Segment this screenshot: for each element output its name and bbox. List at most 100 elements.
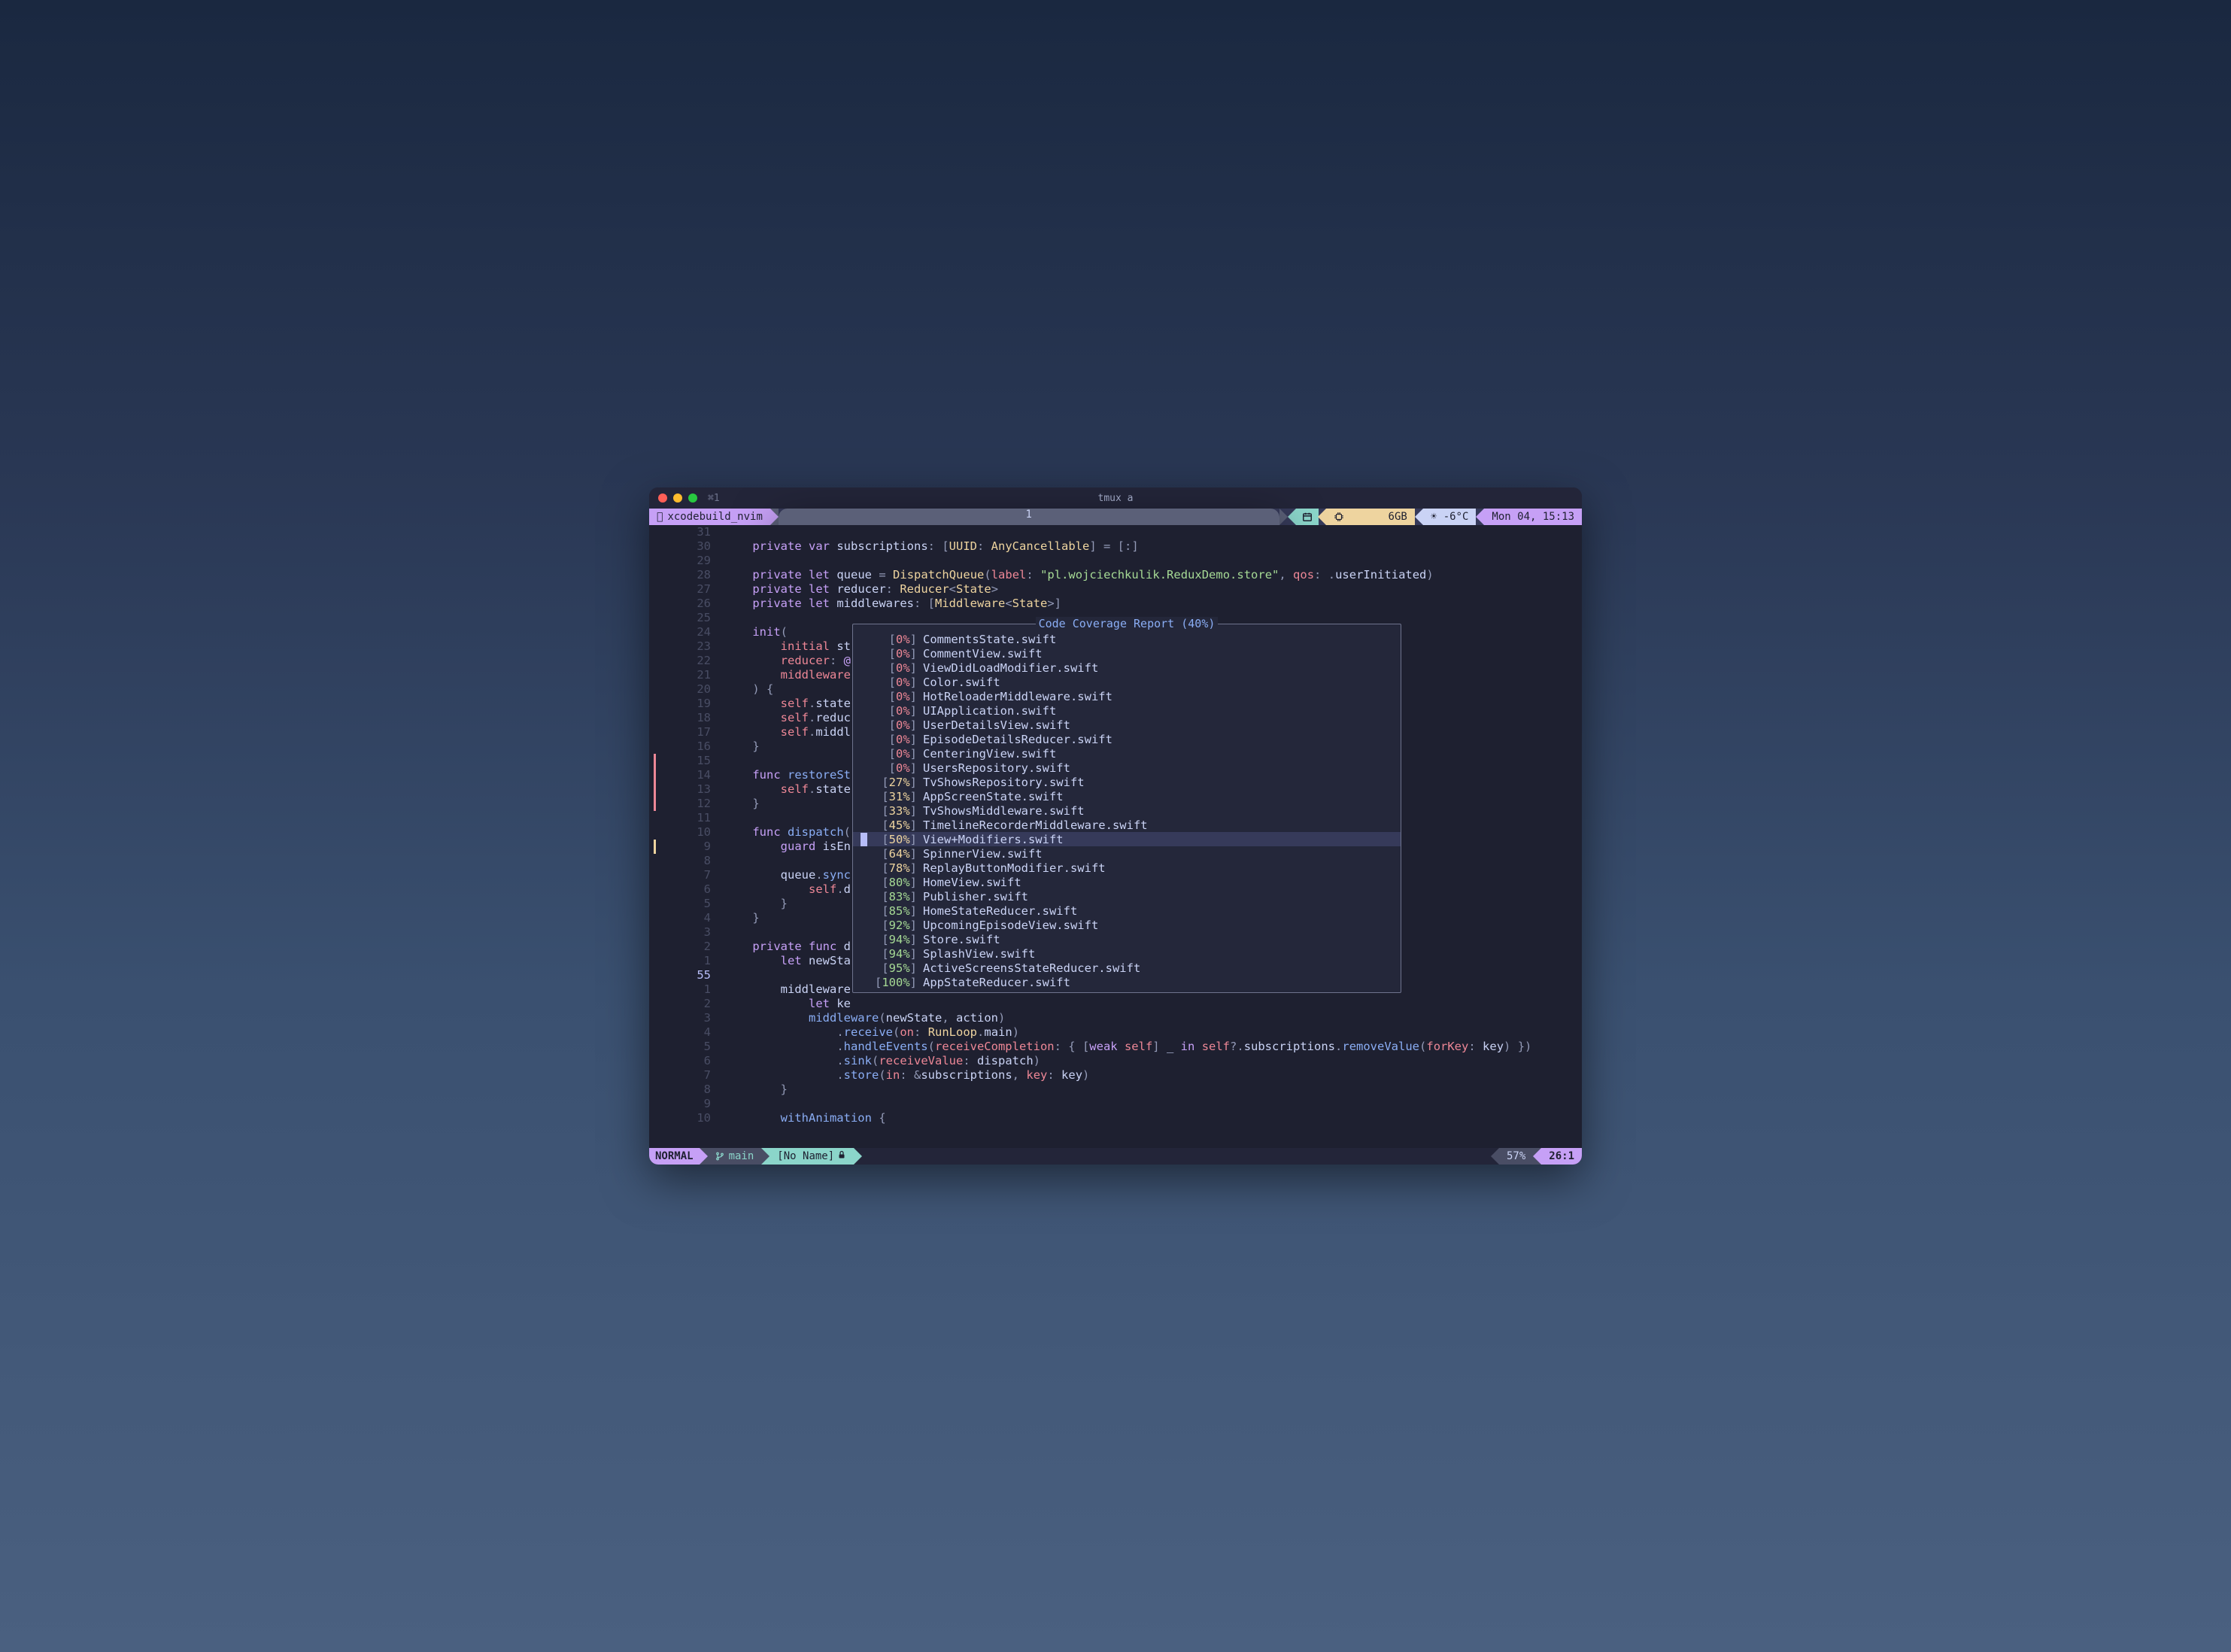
code-line[interactable]: withAnimation { xyxy=(724,1111,1582,1125)
coverage-file: Publisher.swift xyxy=(923,890,1028,903)
coverage-percent: [0%] xyxy=(869,647,917,660)
line-number: 23 xyxy=(649,639,711,654)
coverage-row[interactable]: [0%]CenteringView.swift xyxy=(853,746,1401,761)
line-number: 5 xyxy=(649,897,711,911)
code-line[interactable] xyxy=(724,525,1582,539)
line-number: 20 xyxy=(649,682,711,697)
statusline: NORMAL main [No Name] 57% 26:1 xyxy=(649,1148,1582,1165)
coverage-row[interactable]: [78%]ReplayButtonModifier.swift xyxy=(853,861,1401,875)
code-line[interactable]: private let reducer: Reducer<State> xyxy=(724,582,1582,597)
coverage-row[interactable]: [0%] HotReloaderMiddleware.swift xyxy=(853,689,1401,703)
chevron-right-icon xyxy=(700,1148,708,1165)
coverage-percent: [64%] xyxy=(869,847,917,861)
coverage-row[interactable]: [0%]UserDetailsView.swift xyxy=(853,718,1401,732)
tmux-session[interactable]:  xcodebuild_nvim xyxy=(649,509,770,525)
code-line[interactable]: .sink(receiveValue: dispatch) xyxy=(724,1054,1582,1068)
ram-segment: 6GB xyxy=(1326,509,1415,525)
coverage-row[interactable]: [27%]TvShowsRepository.swift xyxy=(853,775,1401,789)
coverage-row[interactable]: [94%]Store.swift xyxy=(853,932,1401,946)
coverage-row[interactable]: [0%]EpisodeDetailsReducer.swift xyxy=(853,732,1401,746)
code-line[interactable]: let ke xyxy=(724,997,1582,1011)
coverage-row[interactable]: [85%]HomeStateReducer.swift xyxy=(853,903,1401,918)
coverage-percent: [27%] xyxy=(869,776,917,789)
coverage-row[interactable]: [0%]CommentView.swift xyxy=(853,646,1401,660)
editor[interactable]: 3130292827262524232221201918171615141312… xyxy=(649,525,1582,1165)
chevron-left-icon xyxy=(1318,509,1326,525)
coverage-row[interactable]: [94%]SplashView.swift xyxy=(853,946,1401,961)
coverage-percent: [94%] xyxy=(869,933,917,946)
coverage-row[interactable]: [31%]AppScreenState.swift xyxy=(853,789,1401,803)
coverage-row[interactable]: [64%]SpinnerView.swift xyxy=(853,846,1401,861)
code-line[interactable]: .store(in: &subscriptions, key: key) xyxy=(724,1068,1582,1083)
line-number: 1 xyxy=(649,982,711,997)
coverage-percent: [45%] xyxy=(869,818,917,832)
coverage-percent: [92%] xyxy=(869,919,917,932)
coverage-file: CommentsState.swift xyxy=(923,633,1056,646)
coverage-percent: [31%] xyxy=(869,790,917,803)
code-line[interactable]: private var subscriptions: [UUID: AnyCan… xyxy=(724,539,1582,554)
coverage-row[interactable]: [83%]Publisher.swift xyxy=(853,889,1401,903)
coverage-percent: [80%] xyxy=(869,876,917,889)
cmd-key-hint: ⌘1 xyxy=(708,493,720,504)
code-line[interactable] xyxy=(724,554,1582,568)
coverage-file: HomeView.swift xyxy=(923,876,1021,889)
apple-icon:  xyxy=(657,511,663,523)
coverage-percent: [78%] xyxy=(869,861,917,875)
line-number: 24 xyxy=(649,625,711,639)
code-line[interactable]: private let queue = DispatchQueue(label:… xyxy=(724,568,1582,582)
coverage-file: ActiveScreensStateReducer.swift xyxy=(923,961,1140,975)
terminal-window: ⌘1 tmux a  xcodebuild_nvim 1 demo 6GB ☀… xyxy=(649,487,1582,1165)
code-line[interactable]: } xyxy=(724,1083,1582,1097)
coverage-row[interactable]: [33%]TvShowsMiddleware.swift xyxy=(853,803,1401,818)
coverage-row[interactable]: [0%] ViewDidLoadModifier.swift xyxy=(853,660,1401,675)
line-number: 10 xyxy=(649,825,711,840)
line-number: 4 xyxy=(649,1025,711,1040)
line-number: 10 xyxy=(649,1111,711,1125)
chevron-left-icon xyxy=(1491,1148,1499,1165)
line-number: 31 xyxy=(649,525,711,539)
close-icon[interactable] xyxy=(658,493,667,503)
branch-name: main xyxy=(729,1150,754,1162)
coverage-percent: [0%] xyxy=(869,704,917,718)
tmux-status-top:  xcodebuild_nvim 1 demo 6GB ☀ -6°C Mon … xyxy=(649,509,1582,525)
chevron-right-icon xyxy=(761,1148,769,1165)
coverage-file: HotReloaderMiddleware.swift xyxy=(923,690,1112,703)
line-number: 7 xyxy=(649,1068,711,1083)
code-line[interactable]: .receive(on: RunLoop.main) xyxy=(724,1025,1582,1040)
coverage-row[interactable]: [50%]View+Modifiers.swift xyxy=(853,832,1401,846)
line-number: 11 xyxy=(649,811,711,825)
coverage-row[interactable]: [0%]UsersRepository.swift xyxy=(853,761,1401,775)
chevron-right-icon xyxy=(854,1148,862,1165)
coverage-percent: [0%] xyxy=(869,690,917,703)
line-number: 29 xyxy=(649,554,711,568)
code-line[interactable]: .handleEvents(receiveCompletion: { [weak… xyxy=(724,1040,1582,1054)
datetime-segment: Mon 04, 15:13 xyxy=(1484,509,1582,525)
coverage-percent: [0%] xyxy=(869,633,917,646)
code-line[interactable] xyxy=(724,1097,1582,1111)
code-coverage-panel[interactable]: Code Coverage Report (40%) [0%]CommentsS… xyxy=(852,624,1401,993)
line-number: 28 xyxy=(649,568,711,582)
line-number: 2 xyxy=(649,997,711,1011)
cursor-position: 26:1 xyxy=(1541,1148,1582,1165)
coverage-row[interactable]: [100%]AppStateReducer.swift xyxy=(853,975,1401,989)
line-number: 7 xyxy=(649,868,711,882)
session-name: xcodebuild_nvim xyxy=(667,511,762,523)
line-number: 6 xyxy=(649,882,711,897)
minimize-icon[interactable] xyxy=(673,493,682,503)
code-line[interactable]: private let middlewares: [Middleware<Sta… xyxy=(724,597,1582,611)
zoom-icon[interactable] xyxy=(688,493,697,503)
coverage-file: TvShowsMiddleware.swift xyxy=(923,804,1085,818)
coverage-row[interactable]: [92%]UpcomingEpisodeView.swift xyxy=(853,918,1401,932)
coverage-row[interactable]: [0%]Color.swift xyxy=(853,675,1401,689)
line-number: 3 xyxy=(649,1011,711,1025)
coverage-row[interactable]: [0%]UIApplication.swift xyxy=(853,703,1401,718)
chip-icon xyxy=(1334,512,1344,522)
coverage-row[interactable]: [95%]ActiveScreensStateReducer.swift xyxy=(853,961,1401,975)
coverage-file: ViewDidLoadModifier.swift xyxy=(923,661,1098,675)
code-line[interactable]: middleware(newState, action) xyxy=(724,1011,1582,1025)
coverage-row[interactable]: [0%] CommentsState.swift xyxy=(853,632,1401,646)
coverage-percent: [0%] xyxy=(869,661,917,675)
coverage-row[interactable]: [80%] HomeView.swift xyxy=(853,875,1401,889)
line-number: 27 xyxy=(649,582,711,597)
coverage-row[interactable]: [45%]TimelineRecorderMiddleware.swift xyxy=(853,818,1401,832)
